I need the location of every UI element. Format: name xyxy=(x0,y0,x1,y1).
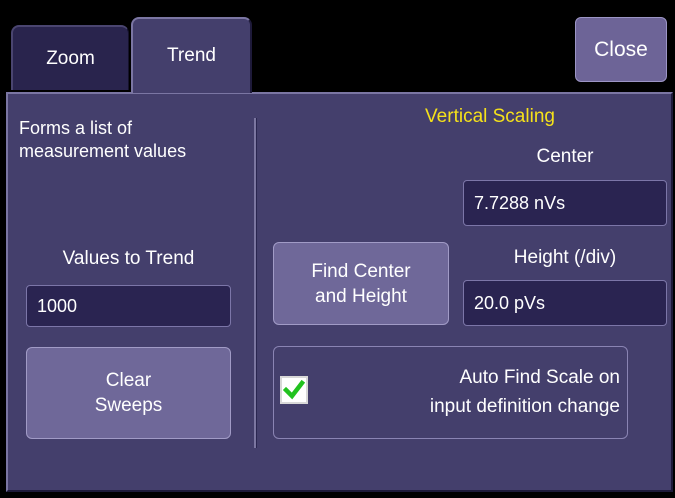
find-button-line-2: and Height xyxy=(315,285,407,307)
description-line-2: measurement values xyxy=(19,141,187,161)
close-button[interactable]: Close xyxy=(575,17,667,82)
clear-sweeps-button[interactable]: Clear Sweeps xyxy=(26,347,231,439)
vertical-scaling-title: Vertical Scaling xyxy=(425,106,555,127)
close-button-label: Close xyxy=(594,37,648,61)
description: Forms a list of measurement values xyxy=(19,117,186,163)
center-input[interactable]: 7.7288 nVs xyxy=(463,180,667,226)
height-value: 20.0 pVs xyxy=(474,292,546,313)
height-label: Height (/div) xyxy=(513,247,617,268)
height-input[interactable]: 20.0 pVs xyxy=(463,280,667,326)
clear-sweeps-line-1: Clear xyxy=(105,370,152,391)
tab-zoom[interactable]: Zoom xyxy=(11,25,129,90)
auto-find-line-1: Auto Find Scale on xyxy=(459,367,620,388)
tab-trend-label: Trend xyxy=(167,45,216,66)
column-divider xyxy=(254,118,257,448)
tab-zoom-label: Zoom xyxy=(46,47,95,69)
clear-sweeps-line-2: Sweeps xyxy=(94,395,163,416)
auto-find-line-2: input definition change xyxy=(429,396,620,417)
find-center-height-button[interactable]: Find Center and Height xyxy=(273,242,449,325)
values-to-trend-value: 1000 xyxy=(37,295,78,316)
check-icon xyxy=(283,379,305,400)
find-button-line-1: Find Center xyxy=(311,260,411,282)
tab-trend[interactable]: Trend xyxy=(131,17,252,93)
auto-find-label: Auto Find Scale on input definition chan… xyxy=(320,363,620,421)
description-line-1: Forms a list of xyxy=(19,118,133,138)
values-to-trend-input[interactable]: 1000 xyxy=(26,285,231,327)
center-value: 7.7288 nVs xyxy=(474,192,566,213)
center-label: Center xyxy=(536,146,594,167)
auto-find-checkbox[interactable] xyxy=(280,376,308,404)
values-to-trend-label: Values to Trend xyxy=(62,248,195,269)
trend-dialog: Zoom Trend Close Forms a list of measure… xyxy=(0,0,675,498)
